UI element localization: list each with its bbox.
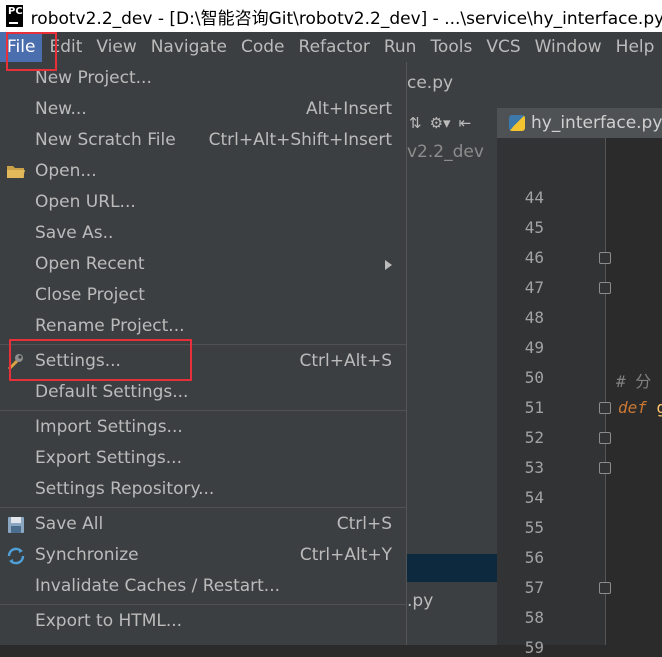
line-number: 57	[524, 578, 544, 597]
breadcrumb[interactable]: ce.py	[407, 73, 453, 93]
python-file-icon	[509, 115, 525, 131]
fold-marker-icon[interactable]	[599, 432, 611, 444]
menu-item-settings-repository[interactable]: Settings Repository...	[0, 475, 406, 505]
menu-item-open-recent[interactable]: Open Recent	[0, 250, 406, 280]
menu-window[interactable]: Window	[528, 32, 609, 62]
project-toolbar: ⇅ ⚙▾ ⇤	[407, 108, 499, 138]
menu-separator	[0, 604, 406, 605]
menu-separator	[0, 410, 406, 411]
editor-tab-label: hy_interface.py	[531, 113, 662, 133]
menu-refactor[interactable]: Refactor	[292, 32, 377, 62]
save-icon	[6, 516, 26, 534]
menu-item-save-as[interactable]: Save As..	[0, 219, 406, 249]
line-number: 53	[524, 458, 544, 477]
window-title: robotv2.2_dev - [D:\智能咨询Git\robotv2.2_de…	[30, 8, 662, 29]
fold-marker-icon[interactable]	[599, 402, 611, 414]
line-number: 46	[524, 248, 544, 267]
menu-item-import-settings[interactable]: Import Settings...	[0, 413, 406, 443]
wrench-icon	[6, 353, 26, 371]
menu-item-save-all[interactable]: Save All Ctrl+S	[0, 510, 406, 540]
file-menu: New Project... New... Alt+Insert New Scra…	[0, 62, 407, 645]
menu-item-export-to-html[interactable]: Export to HTML...	[0, 607, 406, 637]
project-root-label[interactable]: v2.2_dev	[407, 142, 484, 162]
fold-marker-icon[interactable]	[599, 252, 611, 264]
menu-help[interactable]: Help	[609, 32, 662, 62]
menu-item-default-settings[interactable]: Default Settings...	[0, 378, 406, 408]
menu-file[interactable]: File	[0, 32, 43, 62]
menu-item-new-scratch-file[interactable]: New Scratch File Ctrl+Alt+Shift+Insert	[0, 126, 406, 156]
gear-icon[interactable]: ⚙▾	[430, 114, 451, 132]
title-bar: PC robotv2.2_dev - [D:\智能咨询Git\robotv2.2…	[0, 0, 662, 32]
menu-run[interactable]: Run	[377, 32, 424, 62]
menu-view[interactable]: View	[89, 32, 143, 62]
menu-item-open[interactable]: Open...	[0, 157, 406, 187]
menu-separator	[0, 344, 406, 345]
submenu-arrow-icon	[385, 260, 392, 270]
line-number: 56	[524, 548, 544, 567]
line-number-gutter	[497, 138, 622, 645]
menu-item-close-project[interactable]: Close Project	[0, 281, 406, 311]
menu-item-invalidate-caches[interactable]: Invalidate Caches / Restart...	[0, 572, 406, 602]
line-number: 45	[524, 218, 544, 237]
menu-vcs[interactable]: VCS	[479, 32, 527, 62]
menu-item-export-settings[interactable]: Export Settings...	[0, 444, 406, 474]
menu-item-new[interactable]: New... Alt+Insert	[0, 95, 406, 125]
fold-marker-icon[interactable]	[599, 462, 611, 474]
code-def-line: def g	[618, 398, 662, 417]
line-number: 51	[524, 398, 544, 417]
collapse-icon[interactable]: ⇤	[459, 114, 472, 132]
project-selected-row[interactable]	[407, 554, 497, 582]
line-number: 47	[524, 278, 544, 297]
menu-separator	[0, 507, 406, 508]
menu-item-settings[interactable]: Settings... Ctrl+Alt+S	[0, 347, 406, 377]
menu-item-open-url[interactable]: Open URL...	[0, 188, 406, 218]
fold-marker-icon[interactable]	[599, 282, 611, 294]
line-number: 55	[524, 518, 544, 537]
line-number: 59	[524, 638, 544, 657]
menu-navigate[interactable]: Navigate	[144, 32, 234, 62]
line-number: 58	[524, 608, 544, 627]
fold-marker-icon[interactable]	[599, 582, 611, 594]
editor-tab[interactable]: hy_interface.py	[497, 108, 662, 138]
menu-edit[interactable]: Edit	[42, 32, 89, 62]
folder-icon	[6, 163, 26, 181]
project-file-item[interactable]: .py	[407, 591, 433, 611]
line-number: 50	[524, 368, 544, 387]
line-number: 54	[524, 488, 544, 507]
sync-icon	[6, 547, 26, 565]
menu-item-rename-project[interactable]: Rename Project...	[0, 312, 406, 342]
code-comment: # 分	[616, 372, 652, 391]
menu-item-new-project[interactable]: New Project...	[0, 64, 406, 94]
menu-item-synchronize[interactable]: Synchronize Ctrl+Alt+Y	[0, 541, 406, 571]
menu-tools[interactable]: Tools	[423, 32, 479, 62]
menu-code[interactable]: Code	[234, 32, 292, 62]
pycharm-logo-icon: PC	[6, 5, 23, 27]
sync-scroll-icon[interactable]: ⇅	[409, 114, 422, 132]
line-number: 44	[524, 188, 544, 207]
line-number: 52	[524, 428, 544, 447]
line-number: 49	[524, 338, 544, 357]
line-number: 48	[524, 308, 544, 327]
menu-bar: File Edit View Navigate Code Refactor Ru…	[0, 32, 662, 62]
